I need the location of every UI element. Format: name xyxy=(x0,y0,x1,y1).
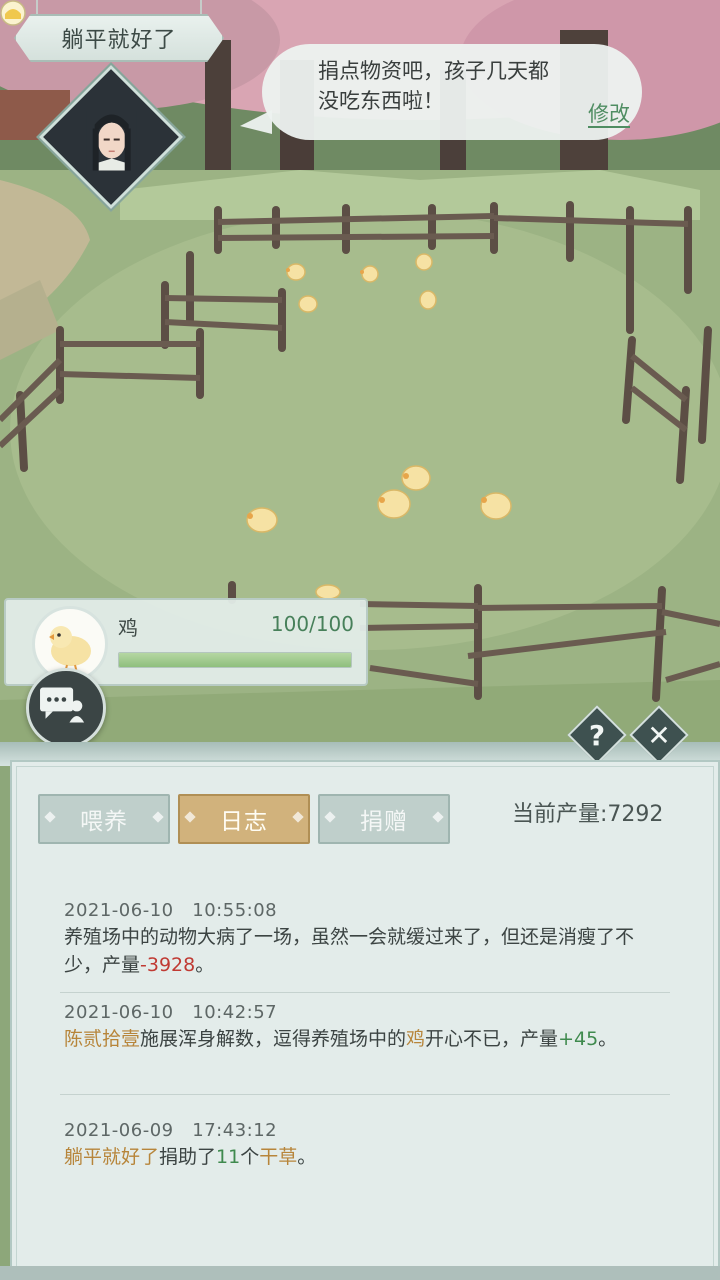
log-entry: 2021-06-10 10:42:57 陈贰拾壹施展浑身解数，逗得养殖场中的鸡开… xyxy=(64,1002,664,1053)
feed-bowl-icon xyxy=(0,0,26,26)
log-text-part: 。 xyxy=(598,1028,618,1050)
log-entry: 2021-06-10 10:55:08 养殖场中的动物大病了一场，虽然一会就缓过… xyxy=(64,900,664,979)
animal-hp-bar-fill xyxy=(119,653,351,667)
npc-portrait-icon xyxy=(86,110,137,171)
log-divider xyxy=(60,1094,670,1095)
log-output-change: +45 xyxy=(558,1028,599,1050)
tab-feed[interactable]: 喂养 xyxy=(38,794,170,844)
animal-hp-text: 100/100 xyxy=(270,612,354,636)
log-actor-name: 躺平就好了 xyxy=(64,1146,160,1168)
tab-log[interactable]: 日志 xyxy=(178,794,310,844)
log-entry: 2021-06-09 17:43:12 躺平就好了捐助了11个干草。 xyxy=(64,1120,664,1171)
log-time: 2021-06-10 10:55:08 xyxy=(64,900,278,921)
log-text: 躺平就好了捐助了11个干草。 xyxy=(64,1143,664,1171)
log-text-part: 个 xyxy=(240,1146,260,1168)
log-text-part: 。 xyxy=(297,1146,317,1168)
player-name: 躺平就好了 xyxy=(61,28,177,53)
log-divider xyxy=(60,992,670,993)
log-time: 2021-06-10 10:42:57 xyxy=(64,1002,278,1023)
log-text-part: 开心不已，产量 xyxy=(425,1028,559,1050)
log-actor-name: 陈贰拾壹 xyxy=(64,1028,141,1050)
tab-feed-label: 喂养 xyxy=(80,809,128,835)
animal-name: 鸡 xyxy=(118,616,138,640)
animal-hp-bar xyxy=(118,652,352,668)
speech-text: 捐点物资吧，孩子几天都 没吃东西啦！ xyxy=(318,56,608,116)
speech-line-1: 捐点物资吧，孩子几天都 xyxy=(318,59,549,83)
tab-donate-label: 捐赠 xyxy=(360,809,408,835)
log-text-part: 施展浑身解数，逗得养殖场中的 xyxy=(140,1028,407,1050)
tab-log-label: 日志 xyxy=(220,809,268,835)
tab-donate[interactable]: 捐赠 xyxy=(318,794,450,844)
edit-speech-link[interactable]: 修改 xyxy=(588,102,630,128)
log-text: 养殖场中的动物大病了一场，虽然一会就缓过来了，但还是消瘦了不少，产量-3928。 xyxy=(64,923,664,979)
chat-button[interactable] xyxy=(26,668,106,748)
current-output-value: 7292 xyxy=(607,802,664,827)
speech-bubble: 捐点物资吧，孩子几天都 没吃东西啦！ 修改 xyxy=(240,44,642,140)
chat-icon xyxy=(40,687,85,723)
log-item-count: 11 xyxy=(216,1146,241,1168)
log-item-name: 干草 xyxy=(259,1146,298,1168)
banner-string-right xyxy=(200,0,202,16)
farm-scene: 躺平就好了 捐点物资吧，孩子几天都 没吃东西啦！ 修改 鸡 100/100 xyxy=(0,0,720,760)
close-icon: ✕ xyxy=(647,718,671,752)
panel-bottom-border xyxy=(0,1266,720,1280)
speech-line-2: 没吃东西啦！ xyxy=(318,89,444,113)
banner-string-left xyxy=(36,0,38,16)
current-output-label: 当前产量: xyxy=(512,802,608,827)
log-animal-name: 鸡 xyxy=(406,1028,426,1050)
current-output: 当前产量:7292 xyxy=(512,796,663,828)
log-time: 2021-06-09 17:43:12 xyxy=(64,1120,278,1141)
log-list: 2021-06-10 10:55:08 养殖场中的动物大病了一场，虽然一会就缓过… xyxy=(40,880,680,1260)
log-text: 陈贰拾壹施展浑身解数，逗得养殖场中的鸡开心不已，产量+45。 xyxy=(64,1025,664,1053)
log-output-change: -3928 xyxy=(140,954,196,976)
log-text-part: 。 xyxy=(195,954,215,976)
player-name-banner: 躺平就好了 xyxy=(14,14,224,62)
log-text-part: 捐助了 xyxy=(159,1146,217,1168)
question-icon: ? xyxy=(588,718,606,752)
